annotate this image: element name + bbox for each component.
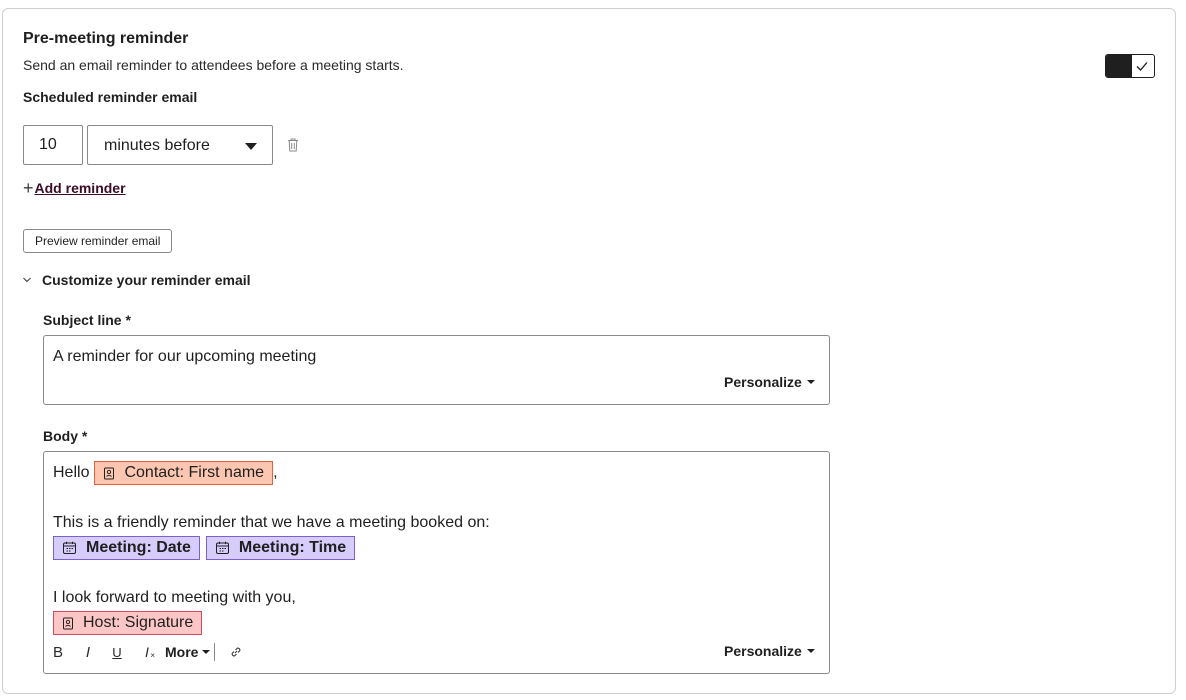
editor-toolbar: B I U I × More (53, 642, 243, 662)
caret-down-icon (806, 380, 815, 384)
contact-card-icon (104, 467, 115, 479)
token-label: Meeting: Time (238, 539, 347, 556)
body-line-tokens: Meeting: Date Meeting: Time (53, 536, 356, 560)
body-editor[interactable]: Hello Contact: First name , This is a fr… (43, 451, 830, 674)
token-label: Meeting: Date (86, 539, 191, 556)
reminder-unit-value: minutes before (104, 137, 210, 154)
plus-icon: + (23, 178, 34, 198)
personalize-label: Personalize (724, 643, 802, 659)
meeting-time-token[interactable]: Meeting: Time (205, 536, 356, 560)
trash-icon[interactable] (285, 137, 301, 153)
customize-label: Customize your reminder email (42, 272, 251, 288)
reminder-amount-input[interactable] (23, 125, 83, 165)
toggle-knob (1106, 55, 1132, 77)
caret-down-icon (202, 650, 211, 654)
caret-down-icon (245, 143, 257, 150)
contact-first-name-token[interactable]: Contact: First name (94, 461, 274, 485)
caret-down-icon (806, 649, 815, 653)
contact-card-icon (63, 617, 73, 629)
reminder-toggle[interactable] (1105, 54, 1155, 78)
subject-line-value: A reminder for our upcoming meeting (53, 348, 317, 365)
host-signature-token[interactable]: Host: Signature (53, 611, 203, 635)
clear-format-button[interactable]: I × (141, 644, 155, 660)
customize-toggle[interactable]: Customize your reminder email (22, 272, 251, 288)
calendar-icon (63, 541, 76, 554)
subject-personalize-button[interactable]: Personalize (724, 374, 815, 390)
token-label: Host: Signature (83, 614, 194, 631)
more-dropdown[interactable]: More (165, 644, 211, 660)
clear-x-icon: × (150, 651, 155, 660)
reminder-unit-select[interactable]: minutes before (87, 125, 273, 165)
underline-button[interactable]: U (112, 645, 122, 660)
section-title: Pre-meeting reminder (23, 30, 189, 47)
personalize-label: Personalize (724, 374, 802, 390)
chevron-down-icon (23, 277, 31, 283)
preview-reminder-button[interactable]: Preview reminder email (23, 229, 173, 253)
subject-line-label: Subject line * (43, 312, 131, 328)
clear-format-label: I (145, 644, 149, 660)
body-line-closing: I look forward to meeting with you, (53, 589, 296, 606)
add-reminder-label: Add reminder (34, 180, 126, 196)
token-label: Contact: First name (124, 464, 265, 481)
check-icon (1136, 62, 1148, 71)
body-line-reminder: This is a friendly reminder that we have… (53, 514, 490, 531)
body-line-greeting: Hello Contact: First name , (53, 461, 278, 485)
add-reminder-link[interactable]: + Add reminder (23, 178, 126, 198)
toolbar-divider (214, 643, 216, 661)
section-description: Send an email reminder to attendees befo… (23, 57, 404, 73)
bold-button[interactable]: B (53, 644, 63, 661)
italic-button[interactable]: I (83, 644, 93, 661)
greeting-text: Hello (53, 464, 90, 481)
meeting-date-token[interactable]: Meeting: Date (53, 536, 200, 560)
comma-text: , (273, 464, 278, 481)
body-personalize-button[interactable]: Personalize (724, 643, 815, 659)
body-label: Body * (43, 428, 88, 444)
link-icon[interactable] (229, 645, 243, 659)
calendar-icon (215, 541, 229, 554)
scheduled-reminder-label: Scheduled reminder email (23, 89, 198, 105)
subject-line-field[interactable]: A reminder for our upcoming meeting Pers… (43, 335, 830, 405)
more-label: More (165, 644, 199, 660)
body-line-signature: Host: Signature (53, 611, 203, 635)
